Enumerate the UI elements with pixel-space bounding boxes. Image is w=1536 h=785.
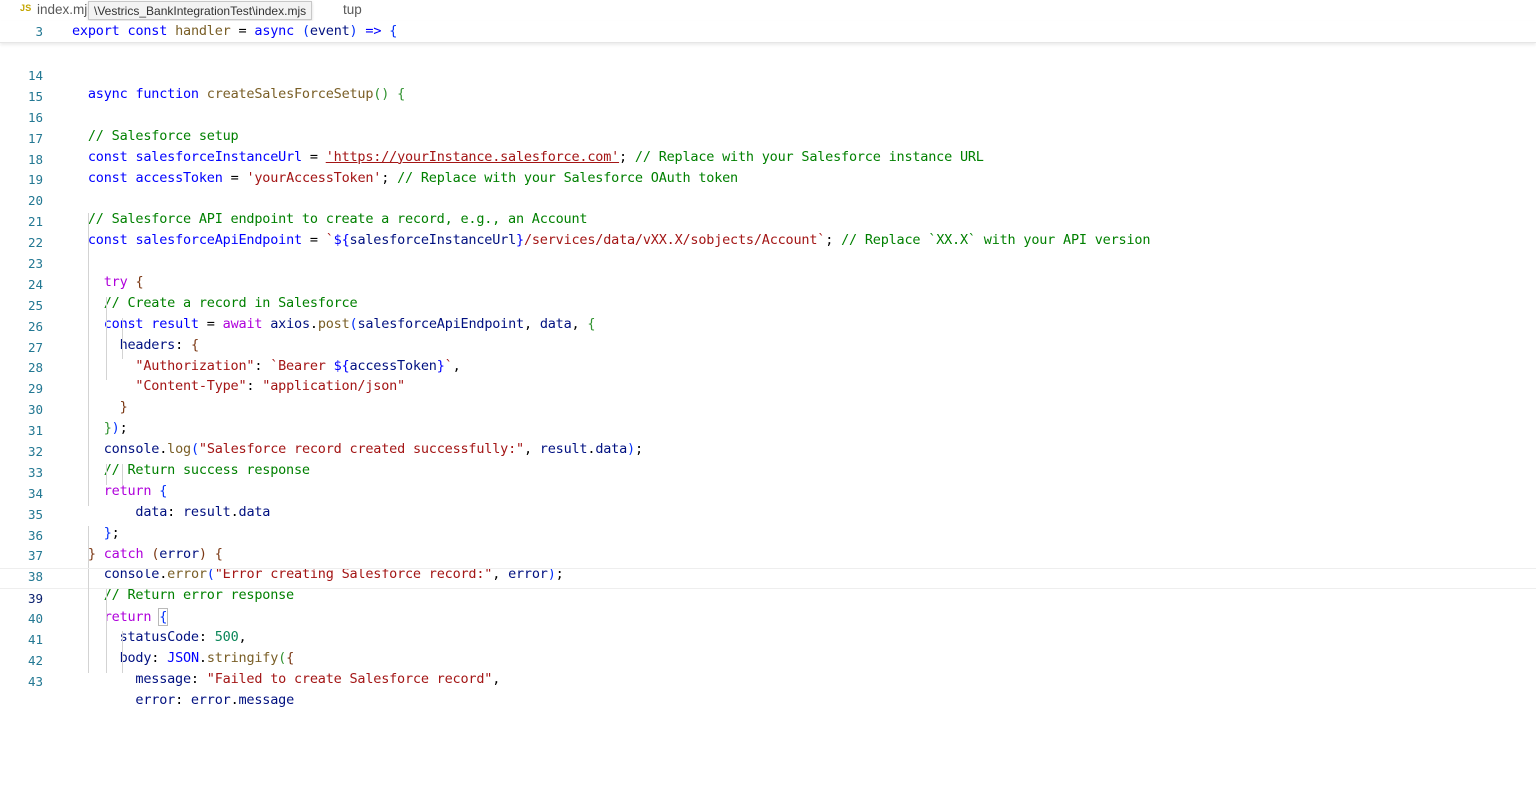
indent-guide [88, 338, 89, 360]
indent-guide [88, 651, 89, 673]
indent-guide [122, 630, 123, 652]
code-line[interactable]: 43 error: error.message [0, 651, 1536, 708]
indent-guide [88, 610, 89, 632]
code-line[interactable]: 29 } [0, 359, 1536, 415]
code-line[interactable]: 32 // Return success response [0, 422, 1536, 478]
indent-guide [106, 610, 107, 632]
sticky-scroll-line[interactable]: 3 export const handler = async (event) =… [0, 21, 1536, 43]
code-line[interactable]: 28 "Content-Type": "application/json" [0, 338, 1536, 394]
code-line[interactable]: 30 }); [0, 380, 1536, 436]
indent-guide [88, 317, 89, 339]
indent-guide [106, 589, 107, 611]
code-line[interactable]: 41 body: JSON.stringify({ [0, 610, 1536, 666]
indent-guide [106, 359, 107, 381]
breadcrumb-symbol[interactable]: tup [343, 2, 362, 17]
code-editor[interactable]: 14 async function createSalesForceSetup(… [0, 46, 1536, 708]
indent-guide [106, 338, 107, 360]
indent-guide [88, 547, 89, 569]
indent-guide [88, 401, 89, 423]
indent-guide [88, 526, 89, 548]
current-line[interactable]: 39 return { [0, 568, 1536, 627]
code-line[interactable]: 37 console.error("Error creating Salesfo… [0, 526, 1536, 582]
indent-guide [106, 317, 107, 339]
code-text[interactable]: error: error.message [72, 690, 294, 711]
code-line[interactable]: 16 // Salesforce setup [0, 88, 1536, 144]
indent-guide [88, 275, 89, 297]
code-line[interactable]: 20 // Salesforce API endpoint to create … [0, 171, 1536, 227]
indent-guide [88, 442, 89, 464]
indent-guide [88, 463, 89, 485]
indent-guide [106, 630, 107, 652]
code-line[interactable]: 15 [0, 67, 1536, 104]
code-line[interactable]: 23 try { [0, 234, 1536, 290]
code-line[interactable]: 18 const accessToken = 'yourAccessToken'… [0, 130, 1536, 186]
code-line[interactable]: 31 console.log("Salesforce record create… [0, 401, 1536, 457]
code-line[interactable]: 17 const salesforceInstanceUrl = 'https:… [0, 109, 1536, 165]
code-line[interactable]: 25 const result = await axios.post(sales… [0, 275, 1536, 332]
line-number: 43 [27, 673, 43, 689]
code-line[interactable]: 26 headers: { [0, 296, 1536, 353]
indent-guide [88, 380, 89, 402]
indent-guide [88, 630, 89, 652]
indent-guide [122, 317, 123, 339]
indent-guide [88, 484, 89, 506]
indent-guide [122, 338, 123, 360]
indent-guide [88, 422, 89, 444]
code-text[interactable]: export const handler = async (event) => … [72, 21, 397, 42]
javascript-file-icon: JS [20, 3, 32, 13]
breadcrumb-file[interactable]: index.mj [37, 2, 87, 17]
code-line[interactable]: 21 const salesforceApiEndpoint = `${sale… [0, 192, 1536, 248]
code-line[interactable]: 34 data: result.data [0, 463, 1536, 520]
code-line[interactable]: 36 } catch (error) { [0, 506, 1536, 562]
code-line[interactable]: 33 return { [0, 442, 1536, 499]
indent-guide [88, 254, 89, 276]
line-number: 3 [35, 24, 43, 39]
indent-guide [106, 463, 107, 485]
file-path-tooltip: \Vestrics_BankIntegrationTest\index.mjs [88, 1, 313, 20]
breadcrumb: JS index.mj tup \Vestrics_BankIntegratio… [0, 0, 1536, 21]
indent-guide [88, 213, 89, 235]
code-line[interactable]: 27 "Authorization": `Bearer ${accessToke… [0, 317, 1536, 374]
indent-guide [88, 296, 89, 318]
indent-guide [88, 569, 89, 591]
indent-guide [122, 463, 123, 485]
indent-guide [106, 651, 107, 673]
indent-guide [88, 589, 89, 611]
indent-guide [122, 651, 123, 673]
code-line[interactable]: 40 statusCode: 500, [0, 589, 1536, 645]
indent-guide [106, 296, 107, 318]
code-line[interactable]: 24 // Create a record in Salesforce [0, 254, 1536, 311]
code-line[interactable]: 35 }; [0, 484, 1536, 541]
indent-guide [88, 234, 89, 256]
code-line[interactable]: 22 [0, 213, 1536, 250]
code-line[interactable]: 19 [0, 150, 1536, 187]
code-line[interactable]: 38 // Return error response [0, 547, 1536, 603]
indent-guide [88, 359, 89, 381]
code-line[interactable]: 14 async function createSalesForceSetup(… [0, 46, 1536, 102]
code-line[interactable]: 42 message: "Failed to create Salesforce… [0, 630, 1536, 687]
